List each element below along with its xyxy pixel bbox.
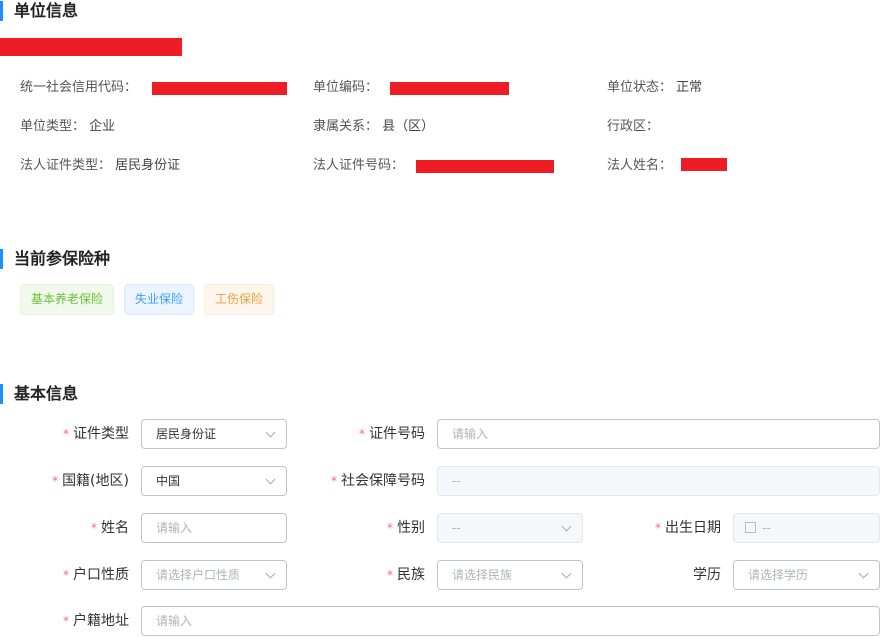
label-hukou-address: *户籍地址 xyxy=(0,606,129,636)
info-legal-id-type: 法人证件类型： 居民身份证 xyxy=(20,157,180,175)
label-id-number: *证件号码 xyxy=(300,419,425,449)
redacted-unit-name xyxy=(0,38,182,56)
info-affiliation: 隶属关系： 县（区） xyxy=(313,118,434,136)
redacted-legal-id xyxy=(416,160,554,173)
label-education: 学历 xyxy=(600,560,721,590)
label-ethnicity: *民族 xyxy=(300,560,425,590)
info-unit-code: 单位编码： xyxy=(313,79,378,97)
nationality-select[interactable]: 中国 xyxy=(141,466,287,496)
label-hukou-type: *户口性质 xyxy=(0,560,129,590)
info-legal-id-number: 法人证件号码： xyxy=(313,157,404,175)
label-ss-number: *社会保障号码 xyxy=(300,466,425,496)
id-type-select[interactable]: 居民身份证 xyxy=(141,419,287,449)
tag-injury-insurance: 工伤保险 xyxy=(204,284,274,315)
hukou-type-select[interactable]: 请选择户口性质 xyxy=(141,560,287,590)
label-nationality: *国籍(地区) xyxy=(0,466,129,496)
info-admin-region: 行政区： xyxy=(607,118,659,136)
birth-date-picker[interactable]: -- xyxy=(733,513,880,543)
tag-unemployment-insurance: 失业保险 xyxy=(124,284,194,315)
label-name: *姓名 xyxy=(0,513,129,543)
chevron-down-icon xyxy=(562,569,572,579)
info-credit-code: 统一社会信用代码： xyxy=(20,79,137,97)
id-number-input[interactable]: 请输入 xyxy=(437,419,880,449)
label-id-type: *证件类型 xyxy=(0,419,129,449)
calendar-icon xyxy=(745,522,756,533)
ss-number-input[interactable]: -- xyxy=(437,466,880,496)
info-legal-name: 法人姓名： xyxy=(607,157,672,175)
info-unit-type: 单位类型： 企业 xyxy=(20,118,115,136)
hukou-address-input[interactable]: 请输入 xyxy=(141,606,880,636)
section-title-insurance: 当前参保险种 xyxy=(0,249,110,269)
info-unit-status: 单位状态： 正常 xyxy=(607,79,702,97)
ethnicity-select[interactable]: 请选择民族 xyxy=(437,560,583,590)
name-input[interactable]: 请输入 xyxy=(141,513,287,543)
chevron-down-icon xyxy=(562,522,572,532)
redacted-unit-code xyxy=(390,82,509,95)
education-select[interactable]: 请选择学历 xyxy=(733,560,880,590)
chevron-down-icon xyxy=(859,569,869,579)
section-title-unit-info: 单位信息 xyxy=(0,1,78,21)
redacted-legal-name xyxy=(681,158,727,171)
section-title-basic-info: 基本信息 xyxy=(0,384,78,404)
chevron-down-icon xyxy=(266,569,276,579)
chevron-down-icon xyxy=(266,475,276,485)
gender-select[interactable]: -- xyxy=(437,513,583,543)
label-gender: *性别 xyxy=(300,513,425,543)
tag-pension-insurance: 基本养老保险 xyxy=(20,284,114,315)
redacted-credit-code xyxy=(152,82,287,95)
chevron-down-icon xyxy=(266,428,276,438)
label-birth-date: *出生日期 xyxy=(600,513,721,543)
